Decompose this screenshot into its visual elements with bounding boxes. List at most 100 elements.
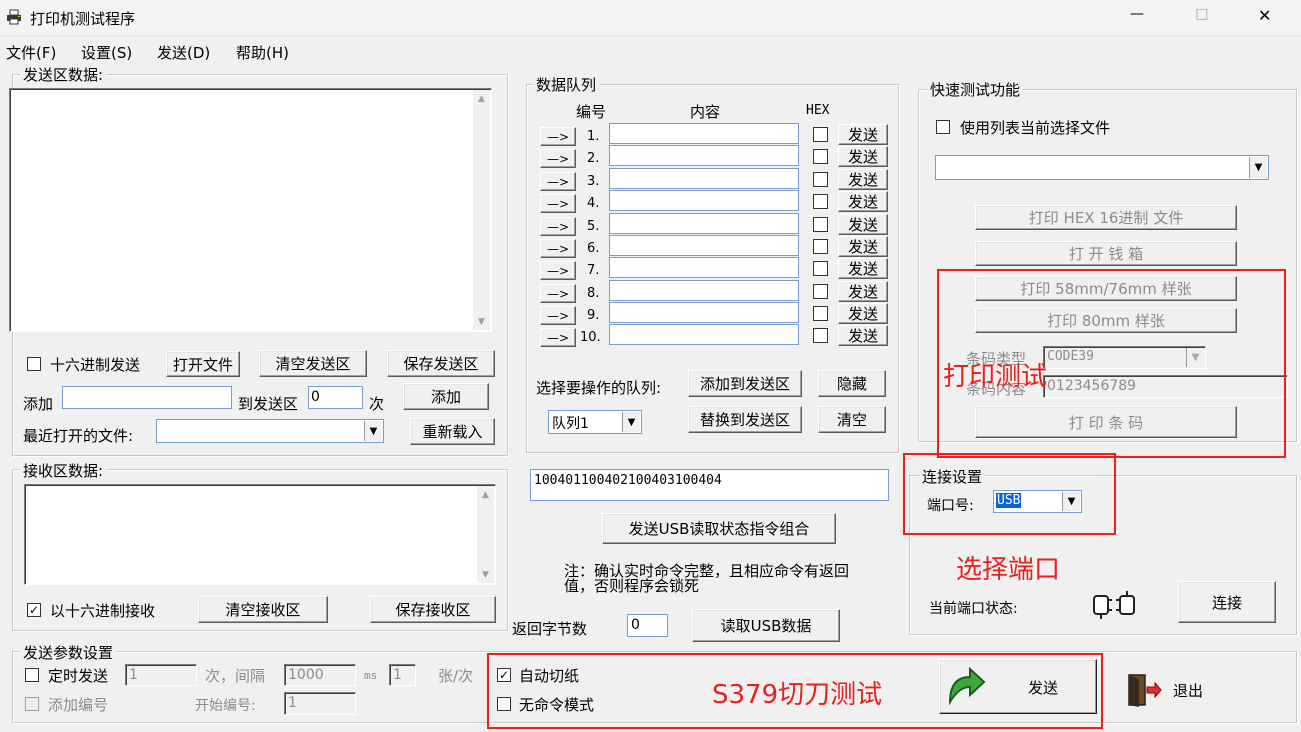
- hide-button[interactable]: 隐藏: [818, 370, 886, 397]
- exit-label[interactable]: 退出: [1173, 680, 1203, 701]
- receive-textarea[interactable]: ▲ ▼: [24, 484, 496, 585]
- file-list-combo[interactable]: ▼: [935, 155, 1269, 180]
- interval-input[interactable]: 1000: [284, 664, 356, 686]
- add-count-input[interactable]: 0: [308, 386, 363, 409]
- queue-row-hex-checkbox[interactable]: [813, 284, 828, 299]
- save-send-button[interactable]: 保存发送区: [387, 350, 495, 377]
- queue-row-hex-checkbox[interactable]: [813, 261, 828, 276]
- receive-scrollbar[interactable]: ▲ ▼: [477, 486, 494, 583]
- queue-row-arrow-button[interactable]: —>: [540, 127, 576, 146]
- menu-settings[interactable]: 设置(S): [81, 42, 132, 63]
- close-button[interactable]: ✕: [1258, 6, 1271, 25]
- add-to-send-button[interactable]: 添加到发送区: [688, 370, 802, 397]
- add-content-input[interactable]: [62, 386, 232, 409]
- queue-row-send-button[interactable]: 发送: [838, 124, 888, 145]
- save-receive-button[interactable]: 保存接收区: [370, 596, 496, 623]
- queue-row-send-button[interactable]: 发送: [838, 325, 888, 346]
- usb-command-input[interactable]: 100401100402100403100404: [530, 469, 889, 501]
- clear-receive-button[interactable]: 清空接收区: [198, 596, 328, 623]
- scroll-up-icon[interactable]: ▲: [473, 90, 490, 107]
- menu-help[interactable]: 帮助(H): [236, 42, 289, 63]
- queue-row-hex-checkbox[interactable]: [813, 239, 828, 254]
- reload-button[interactable]: 重新载入: [410, 418, 495, 445]
- queue-row-send-button[interactable]: 发送: [838, 258, 888, 279]
- scroll-down-icon[interactable]: ▼: [477, 566, 494, 583]
- queue-row-send-button[interactable]: 发送: [838, 236, 888, 257]
- open-drawer-button[interactable]: 打 开 钱 箱: [975, 241, 1237, 266]
- chevron-down-icon[interactable]: ▼: [364, 421, 382, 441]
- queue-row-hex-checkbox[interactable]: [813, 328, 828, 343]
- queue-row-content-input[interactable]: [609, 280, 799, 301]
- hex-receive-checkbox[interactable]: ✓: [27, 603, 41, 617]
- return-bytes-input[interactable]: 0: [627, 614, 668, 637]
- clear-send-button[interactable]: 清空发送区: [259, 350, 367, 377]
- send-textarea[interactable]: ▲ ▼: [9, 88, 492, 332]
- chevron-down-icon[interactable]: ▼: [1249, 157, 1267, 178]
- queue-row-content-input[interactable]: [609, 324, 799, 345]
- queue-row-send-button[interactable]: 发送: [838, 191, 888, 212]
- start-number-label: 开始编号:: [195, 698, 256, 714]
- queue-row-send-button[interactable]: 发送: [838, 169, 888, 190]
- queue-select-combo[interactable]: 队列1 ▼: [548, 410, 642, 434]
- queue-row-content-input[interactable]: [609, 302, 799, 323]
- queue-row-send-button[interactable]: 发送: [838, 303, 888, 324]
- queue-row-content-input[interactable]: [609, 257, 799, 278]
- queue-row-hex-checkbox[interactable]: [813, 194, 828, 209]
- maximize-button[interactable]: ☐: [1195, 6, 1208, 24]
- queue-row-arrow-button[interactable]: —>: [540, 306, 576, 325]
- chevron-down-icon[interactable]: ▼: [622, 412, 640, 432]
- queue-row-arrow-button[interactable]: —>: [540, 194, 576, 213]
- clear-queue-button[interactable]: 清空: [818, 406, 886, 433]
- recent-files-combo[interactable]: ▼: [156, 419, 384, 443]
- queue-select-value: 队列1: [552, 416, 589, 432]
- timed-count-value: 1: [129, 667, 138, 683]
- menu-send[interactable]: 发送(D): [157, 42, 210, 63]
- queue-row-arrow-button[interactable]: —>: [540, 239, 576, 258]
- send-scrollbar[interactable]: ▲ ▼: [473, 90, 490, 330]
- pages-input[interactable]: 1: [389, 664, 416, 686]
- queue-row-content-input[interactable]: [609, 123, 799, 144]
- hex-send-checkbox[interactable]: [27, 357, 41, 371]
- queue-row-content-input[interactable]: [609, 213, 799, 234]
- timed-send-checkbox[interactable]: [25, 668, 39, 682]
- add-button[interactable]: 添加: [403, 383, 489, 410]
- scroll-up-icon[interactable]: ▲: [477, 486, 494, 503]
- queue-row-hex-checkbox[interactable]: [813, 172, 828, 187]
- scroll-down-icon[interactable]: ▼: [473, 313, 490, 330]
- receive-area-label: 接收区数据:: [20, 460, 107, 481]
- exit-door-icon[interactable]: [1127, 673, 1163, 707]
- queue-row-content-input[interactable]: [609, 190, 799, 211]
- open-file-button[interactable]: 打开文件: [166, 351, 240, 377]
- queue-row-send-button[interactable]: 发送: [838, 281, 888, 302]
- connect-button[interactable]: 连接: [1178, 581, 1276, 623]
- queue-row-arrow-button[interactable]: —>: [540, 284, 576, 303]
- read-usb-button[interactable]: 读取USB数据: [692, 609, 840, 642]
- queue-row-hex-checkbox[interactable]: [813, 217, 828, 232]
- print-hex-button[interactable]: 打印 HEX 16进制 文件: [975, 205, 1237, 230]
- queue-row-hex-checkbox[interactable]: [813, 149, 828, 164]
- send-usb-status-button[interactable]: 发送USB读取状态指令组合: [602, 513, 836, 544]
- queue-row-content-input[interactable]: [609, 145, 799, 166]
- pages-unit-label: 张/次: [438, 667, 474, 685]
- timed-send-label: 定时发送: [48, 667, 109, 685]
- queue-row-hex-checkbox[interactable]: [813, 306, 828, 321]
- queue-row-arrow-button[interactable]: —>: [540, 149, 576, 168]
- queue-row-arrow-button[interactable]: —>: [540, 328, 576, 347]
- use-list-file-checkbox[interactable]: [936, 120, 950, 134]
- queue-row-content-input[interactable]: [609, 168, 799, 189]
- add-number-checkbox[interactable]: [25, 697, 39, 711]
- return-bytes-value: 0: [631, 617, 640, 633]
- queue-row-arrow-button[interactable]: —>: [540, 172, 576, 191]
- replace-to-send-button[interactable]: 替换到发送区: [688, 406, 802, 433]
- timed-count-input[interactable]: 1: [125, 664, 197, 686]
- queue-row-send-button[interactable]: 发送: [838, 146, 888, 167]
- use-list-file-label: 使用列表当前选择文件: [960, 119, 1111, 137]
- queue-row-arrow-button[interactable]: —>: [540, 217, 576, 236]
- start-number-input[interactable]: 1: [284, 692, 356, 715]
- menu-file[interactable]: 文件(F): [6, 42, 56, 63]
- queue-row-send-button[interactable]: 发送: [838, 214, 888, 235]
- minimize-button[interactable]: —: [1130, 6, 1144, 22]
- queue-row-arrow-button[interactable]: —>: [540, 261, 576, 280]
- queue-row-content-input[interactable]: [609, 235, 799, 256]
- queue-row-hex-checkbox[interactable]: [813, 127, 828, 142]
